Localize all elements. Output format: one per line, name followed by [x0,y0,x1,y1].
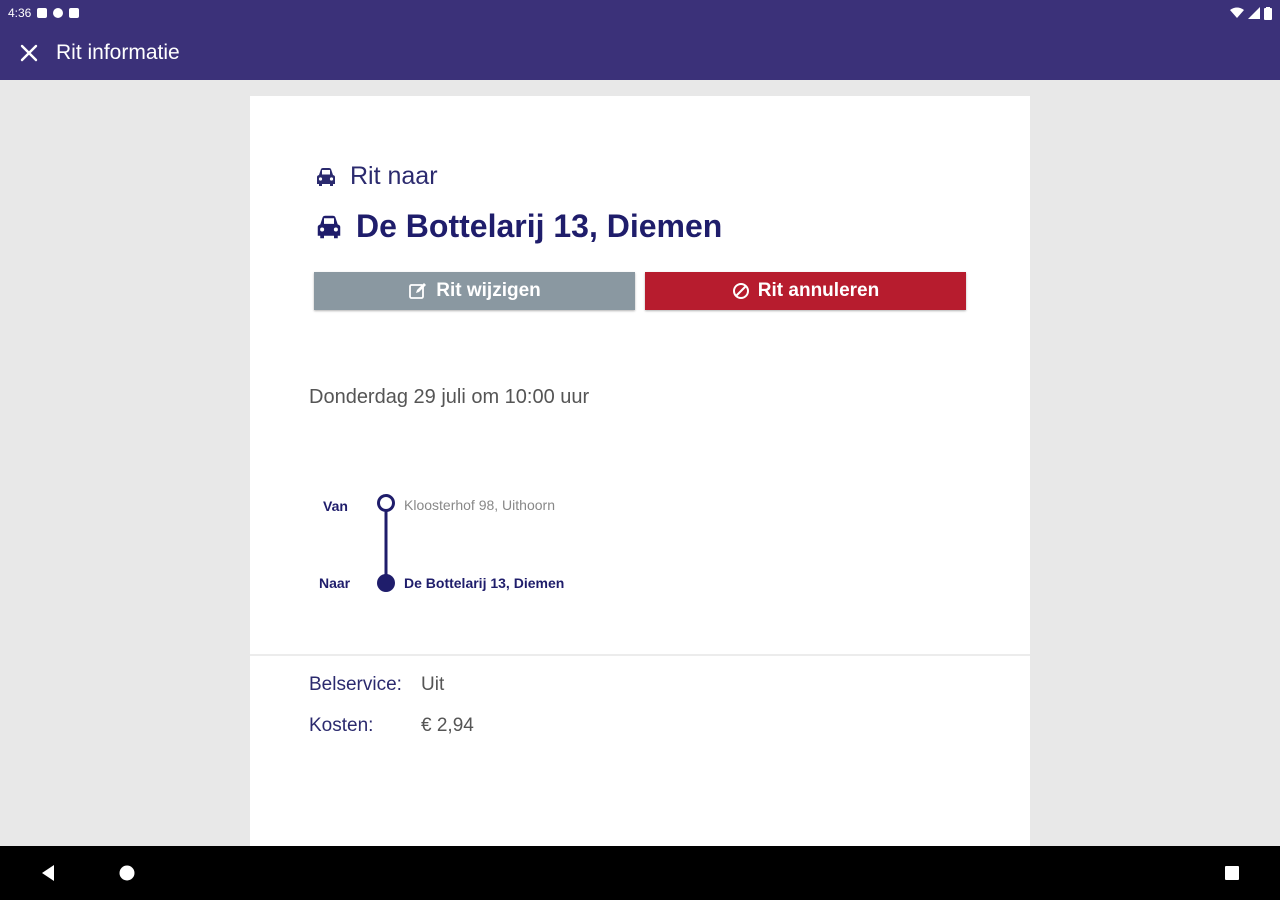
page-title: Rit informatie [56,41,180,64]
close-button[interactable] [16,40,42,66]
route-from-label: Van [323,498,348,514]
wifi-icon [1230,7,1244,18]
cancel-trip-label: Rit annuleren [757,280,880,301]
trip-label: Rit naar [350,162,438,190]
sd-card-icon [69,8,80,18]
route-line-icon [377,494,395,592]
route-to-label: Naar [319,575,351,591]
close-icon [20,44,38,62]
kosten-value: € 2,94 [421,715,474,736]
car-icon [317,215,341,238]
edit-trip-label: Rit wijzigen [436,280,541,301]
status-bar: 4:36 [0,0,1280,26]
route-from-address: Kloosterhof 98, Uithoorn [404,497,555,513]
belservice-value: Uit [421,674,445,695]
trip-datetime: Donderdag 29 juli om 10:00 uur [309,386,590,408]
status-time: 4:36 [8,6,32,20]
app-bar: Rit informatie [0,26,1280,80]
notification-icon [37,8,48,18]
status-right [1230,6,1272,20]
signal-icon [1248,7,1260,19]
cancel-trip-button[interactable]: Rit annuleren [645,272,966,310]
divider [250,654,1030,656]
trip-destination: De Bottelarij 13, Diemen [356,208,723,244]
battery-icon [1264,6,1272,20]
trip-label-row: Rit naar [314,162,438,191]
app-notification-icon [53,8,64,18]
trip-destination-row: De Bottelarij 13, Diemen [314,208,722,245]
route-to-address: De Bottelarij 13, Diemen [404,575,565,591]
car-icon [317,167,335,186]
route-overview: Van Kloosterhof 98, Uithoorn Naar De Bot… [310,492,710,602]
kosten-label: Kosten: [309,715,374,736]
edit-trip-button[interactable]: Rit wijzigen [314,272,635,310]
navigation-bar [0,846,1280,900]
status-left: 4:36 [8,6,80,20]
edit-icon [409,283,427,299]
home-icon[interactable] [119,865,135,881]
trip-card: Rit naar De Bottelarij 13, Diemen Rit wi… [250,96,1030,846]
belservice-label: Belservice: [309,674,402,695]
back-icon[interactable] [40,864,56,882]
recents-icon[interactable] [1224,865,1240,881]
cancel-icon [732,283,749,299]
